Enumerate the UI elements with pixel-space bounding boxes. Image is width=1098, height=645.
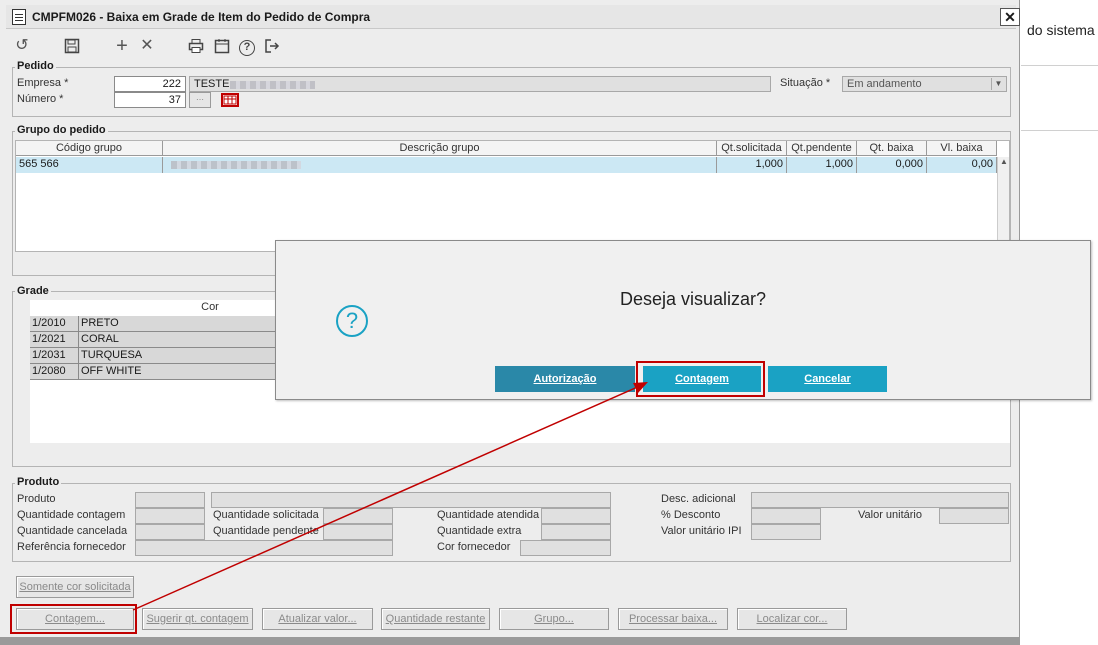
- qt-atendida-field: [541, 508, 611, 524]
- produto-code-field: [135, 492, 205, 508]
- calendar-icon[interactable]: [212, 36, 232, 56]
- produto-label: Produto: [17, 493, 56, 505]
- delete-icon[interactable]: ✕: [137, 36, 157, 56]
- col-qt-pendente[interactable]: Qt.pendente: [787, 141, 857, 156]
- numero-input[interactable]: 37: [114, 92, 186, 108]
- cell-descricao: [163, 157, 717, 173]
- cancelar-button[interactable]: Cancelar: [768, 366, 887, 392]
- pedido-title: Pedido: [15, 60, 56, 72]
- qt-extra-field: [541, 524, 611, 540]
- situacao-select[interactable]: Em andamento ▼: [842, 76, 1007, 92]
- valor-unitario-field: [939, 508, 1009, 524]
- grade-code: 1/2010: [30, 316, 79, 332]
- lookup-button[interactable]: ⋯: [189, 92, 211, 108]
- empresa-name-field: TESTE: [189, 76, 771, 92]
- col-qt-baixa[interactable]: Qt. baixa: [857, 141, 927, 156]
- qt-atendida-label: Quantidade atendida: [437, 509, 540, 521]
- undo-icon[interactable]: ↺: [12, 36, 32, 56]
- cell-qt-pendente: 1,000: [787, 157, 857, 173]
- vertical-scrollbar[interactable]: ▲: [997, 157, 1009, 251]
- col-qt-solicitada[interactable]: Qt.solicitada: [717, 141, 787, 156]
- col-codigo[interactable]: Código grupo: [16, 141, 163, 156]
- cell-qt-baixa: 0,000: [857, 157, 927, 173]
- produto-desc-field: [211, 492, 611, 508]
- add-icon[interactable]: +: [112, 36, 132, 56]
- grade-title: Grade: [15, 285, 51, 297]
- grade-code: 1/2021: [30, 332, 79, 348]
- qt-pendente-label: Quantidade pendente: [213, 525, 319, 537]
- sugerir-button[interactable]: Sugerir qt. contagem: [142, 608, 253, 630]
- desc-adicional-label: Desc. adicional: [661, 493, 736, 505]
- bottom-bar: [0, 637, 1020, 645]
- cor-fornecedor-label: Cor fornecedor: [437, 541, 511, 553]
- window-title: CMPFM026 - Baixa em Grade de Item do Ped…: [32, 10, 371, 24]
- exit-icon[interactable]: [262, 36, 282, 56]
- col-descricao[interactable]: Descrição grupo: [163, 141, 717, 156]
- numero-label: Número *: [17, 93, 64, 105]
- qt-contagem-field: [135, 508, 205, 524]
- qt-extra-label: Quantidade extra: [437, 525, 522, 537]
- dialog-question: Deseja visualizar?: [620, 289, 767, 309]
- qt-cancelada-field: [135, 524, 205, 540]
- close-button[interactable]: ✕: [1000, 8, 1020, 26]
- cell-qt-solicitada: 1,000: [717, 157, 787, 173]
- empresa-input[interactable]: 222: [114, 76, 186, 92]
- dialog-contagem-highlight: [636, 361, 765, 397]
- chevron-down-icon: ▼: [991, 78, 1005, 90]
- table-row[interactable]: 565 566 1,000 1,000 0,000 0,00: [16, 157, 997, 173]
- document-icon: [12, 9, 26, 25]
- contagem-highlight: [10, 604, 137, 634]
- autorizacao-button[interactable]: Autorização: [495, 366, 635, 392]
- qt-cancelada-label: Quantidade cancelada: [17, 525, 128, 537]
- valor-unitario-ipi-field: [751, 524, 821, 540]
- cor-fornecedor-field: [520, 540, 611, 556]
- cell-vl-baixa: 0,00: [927, 157, 997, 173]
- grupo-table: Código grupo Descrição grupo Qt.solicita…: [15, 140, 1010, 252]
- save-icon[interactable]: [62, 36, 82, 56]
- scroll-up-icon[interactable]: ▲: [1000, 157, 1008, 166]
- grade-code: 1/2080: [30, 364, 79, 380]
- grupo-button[interactable]: Grupo...: [499, 608, 609, 630]
- valor-unitario-label: Valor unitário: [858, 509, 922, 521]
- quantidade-restante-button[interactable]: Quantidade restante: [381, 608, 490, 630]
- qt-solicitada-label: Quantidade solicitada: [213, 509, 319, 521]
- desconto-label: % Desconto: [661, 509, 721, 521]
- somente-cor-button[interactable]: Somente cor solicitada: [16, 576, 134, 598]
- title-bar: CMPFM026 - Baixa em Grade de Item do Ped…: [6, 5, 1020, 29]
- valor-unitario-ipi-label: Valor unitário IPI: [661, 525, 742, 537]
- qt-contagem-label: Quantidade contagem: [17, 509, 126, 521]
- desconto-field: [751, 508, 821, 524]
- grupo-title: Grupo do pedido: [15, 124, 108, 136]
- print-icon[interactable]: [186, 36, 206, 56]
- grid-icon-button[interactable]: [221, 93, 239, 107]
- processar-button[interactable]: Processar baixa...: [618, 608, 728, 630]
- ref-fornecedor-label: Referência fornecedor: [17, 541, 126, 553]
- qt-solicitada-field: [323, 508, 393, 524]
- grade-code: 1/2031: [30, 348, 79, 364]
- question-icon: ?: [336, 305, 368, 337]
- desc-adicional-field: [751, 492, 1009, 508]
- ref-fornecedor-field: [135, 540, 393, 556]
- confirm-dialog: ? Deseja visualizar? Autorização Contage…: [275, 240, 1091, 400]
- qt-pendente-field: [323, 524, 393, 540]
- produto-title: Produto: [15, 476, 62, 488]
- situacao-label: Situação *: [780, 77, 831, 89]
- grid-icon: [223, 95, 237, 105]
- background-text: do sistema: [1027, 22, 1095, 38]
- cell-codigo: 565 566: [16, 157, 163, 173]
- atualizar-button[interactable]: Atualizar valor...: [262, 608, 373, 630]
- help-icon[interactable]: ?: [237, 36, 257, 56]
- empresa-label: Empresa *: [17, 77, 69, 89]
- col-vl-baixa[interactable]: Vl. baixa: [927, 141, 997, 156]
- localizar-button[interactable]: Localizar cor...: [737, 608, 847, 630]
